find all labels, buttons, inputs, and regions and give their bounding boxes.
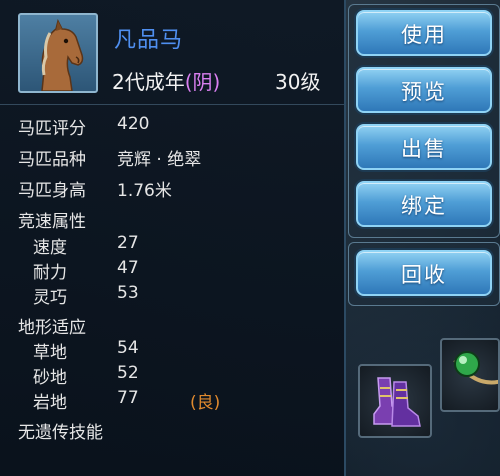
agility-label: 灵巧 [33,288,67,308]
divider [0,104,344,105]
speed-label: 速度 [33,238,67,258]
bind-button[interactable]: 绑定 [356,181,492,227]
use-button[interactable]: 使用 [356,10,492,56]
preview-button[interactable]: 预览 [356,67,492,113]
speed-value: 27 [117,233,139,253]
purple-boots-icon [373,377,421,427]
generation-age-text: 2代成年 [112,70,185,94]
terrain-value: 77 [117,388,139,408]
attribute-value: 420 [117,114,150,134]
horse-level: 30级 [275,70,321,94]
attribute-value: 竞辉 · 绝翠 [117,150,202,170]
recycle-button[interactable]: 回收 [356,250,492,296]
horse-portrait [18,13,98,93]
terrain-section-title: 地形适应 [18,318,86,338]
horse-portrait-icon [41,18,84,91]
terrain-value: 52 [117,363,139,383]
horse-name: 凡品马 [114,28,184,53]
terrain-label: 草地 [33,343,67,363]
agility-value: 53 [117,283,139,303]
terrain-label: 砂地 [33,368,67,388]
horse-info-panel: 凡品马 2代成年(阴) 30级 马匹评分 420 马匹品种 竞辉 · 绝翠 马匹… [0,0,346,476]
gender-text: (阴) [184,70,221,94]
terrain-label: 岩地 [33,393,67,413]
attribute-label: 马匹评分 [18,119,86,139]
speed-section-title: 竞速属性 [18,212,86,232]
attribute-label: 马匹品种 [18,150,86,170]
horse-generation-age: 2代成年(阴) [112,66,220,95]
stamina-label: 耐力 [33,263,67,283]
inherited-skill-text: 无遗传技能 [18,423,103,443]
attribute-value: 1.76米 [117,181,172,201]
terrain-grade: (良) [190,393,221,413]
terrain-value: 54 [117,338,139,358]
sell-button[interactable]: 出售 [356,124,492,170]
stamina-value: 47 [117,258,139,278]
attribute-label: 马匹身高 [18,181,86,201]
inventory-slot[interactable] [358,364,432,438]
green-orb-amulet-icon [453,351,498,385]
inventory-slot[interactable] [440,338,500,412]
